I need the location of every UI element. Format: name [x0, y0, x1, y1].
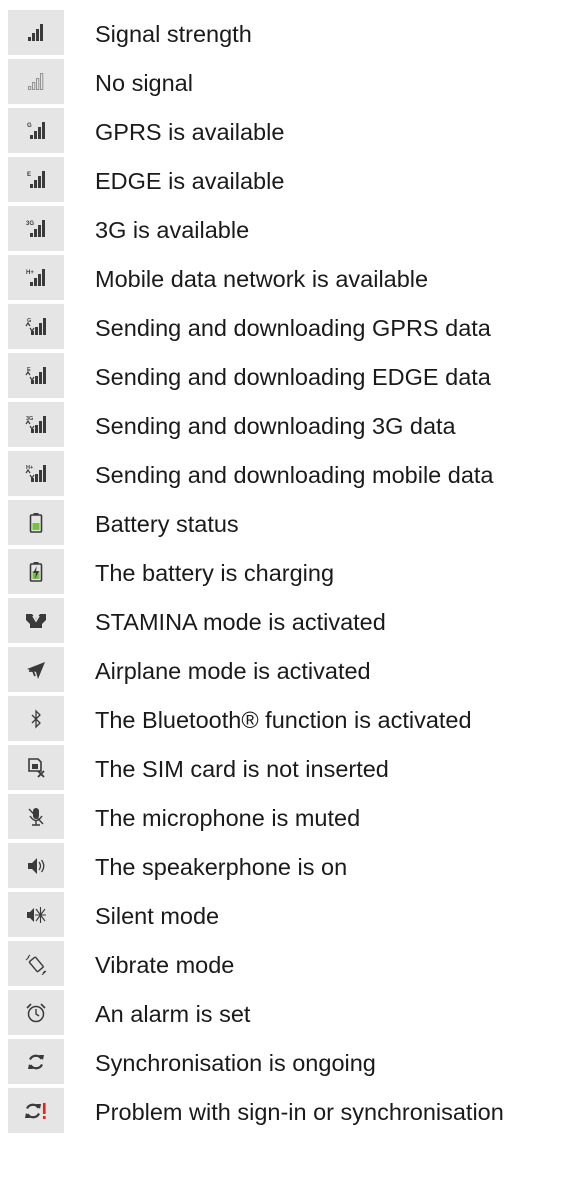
no-signal-icon: [8, 59, 64, 104]
h-plus-icon: H+: [8, 255, 64, 300]
sync-icon: [8, 1039, 64, 1084]
mobile-data-transfer-icon: H+: [8, 451, 64, 496]
silent-mode-icon: [8, 892, 64, 937]
legend-row: The microphone is muted: [8, 794, 568, 843]
3g-data-transfer-icon: 3G: [8, 402, 64, 447]
bluetooth-icon: [8, 696, 64, 741]
legend-label: The SIM card is not inserted: [95, 756, 389, 782]
speakerphone-icon: [8, 843, 64, 888]
legend-label: 3G is available: [95, 217, 250, 243]
edge-icon: E: [8, 157, 64, 202]
legend-row: Battery status: [8, 500, 568, 549]
3g-icon: 3G: [8, 206, 64, 251]
gprs-data-transfer-icon: G: [8, 304, 64, 349]
icon-legend-list: Signal strength No signal G GPRS is availab…: [8, 10, 568, 1137]
legend-row: An alarm is set: [8, 990, 568, 1039]
signal-strength-icon: [8, 10, 64, 55]
legend-row: Silent mode: [8, 892, 568, 941]
legend-label: STAMINA mode is activated: [95, 609, 386, 635]
legend-row: Problem with sign-in or synchronisation: [8, 1088, 568, 1137]
legend-label: The microphone is muted: [95, 805, 361, 831]
legend-row: H+ Sending and downloading mobile data: [8, 451, 568, 500]
legend-label: Silent mode: [95, 903, 220, 929]
svg-text:G: G: [27, 123, 32, 129]
legend-row: 3G Sending and downloading 3G data: [8, 402, 568, 451]
legend-label: Battery status: [95, 511, 239, 537]
legend-label: Airplane mode is activated: [95, 658, 371, 684]
legend-row: Signal strength: [8, 10, 568, 59]
legend-label: EDGE is available: [95, 168, 285, 194]
legend-label: Sending and downloading EDGE data: [95, 364, 491, 390]
legend-label: Problem with sign-in or synchronisation: [95, 1099, 504, 1125]
legend-label: Sending and downloading GPRS data: [95, 315, 491, 341]
legend-row: 3G 3G is available: [8, 206, 568, 255]
legend-label: The battery is charging: [95, 560, 335, 586]
legend-label: An alarm is set: [95, 1001, 251, 1027]
legend-row: STAMINA mode is activated: [8, 598, 568, 647]
legend-label: The Bluetooth® function is activated: [95, 707, 472, 733]
legend-label: The speakerphone is on: [95, 854, 348, 880]
legend-row: G GPRS is available: [8, 108, 568, 157]
airplane-icon: [8, 647, 64, 692]
legend-row: Synchronisation is ongoing: [8, 1039, 568, 1088]
legend-row: E EDGE is available: [8, 157, 568, 206]
legend-label: Synchronisation is ongoing: [95, 1050, 376, 1076]
legend-row: The speakerphone is on: [8, 843, 568, 892]
mic-muted-icon: [8, 794, 64, 839]
legend-label: GPRS is available: [95, 119, 285, 145]
no-sim-icon: [8, 745, 64, 790]
legend-row: H+ Mobile data network is available: [8, 255, 568, 304]
stamina-icon: [8, 598, 64, 643]
svg-text:H+: H+: [26, 270, 34, 276]
legend-label: Vibrate mode: [95, 952, 235, 978]
svg-text:3G: 3G: [26, 416, 33, 422]
sync-problem-icon: [8, 1088, 64, 1133]
legend-label: Signal strength: [95, 21, 252, 47]
gprs-icon: G: [8, 108, 64, 153]
legend-row: The battery is charging: [8, 549, 568, 598]
legend-label: Mobile data network is available: [95, 266, 429, 292]
alarm-icon: [8, 990, 64, 1035]
edge-data-transfer-icon: E: [8, 353, 64, 398]
battery-charging-icon: [8, 549, 64, 594]
svg-text:3G: 3G: [26, 221, 34, 227]
legend-label: Sending and downloading mobile data: [95, 462, 494, 488]
legend-row: E Sending and downloading EDGE data: [8, 353, 568, 402]
legend-row: The Bluetooth® function is activated: [8, 696, 568, 745]
vibrate-icon: [8, 941, 64, 986]
legend-row: The SIM card is not inserted: [8, 745, 568, 794]
legend-row: Vibrate mode: [8, 941, 568, 990]
legend-label: Sending and downloading 3G data: [95, 413, 456, 439]
svg-text:E: E: [27, 172, 31, 178]
legend-row: G Sending and downloading GPRS data: [8, 304, 568, 353]
legend-row: Airplane mode is activated: [8, 647, 568, 696]
legend-label: No signal: [95, 70, 193, 96]
legend-row: No signal: [8, 59, 568, 108]
battery-icon: [8, 500, 64, 545]
svg-text:H+: H+: [26, 465, 33, 471]
